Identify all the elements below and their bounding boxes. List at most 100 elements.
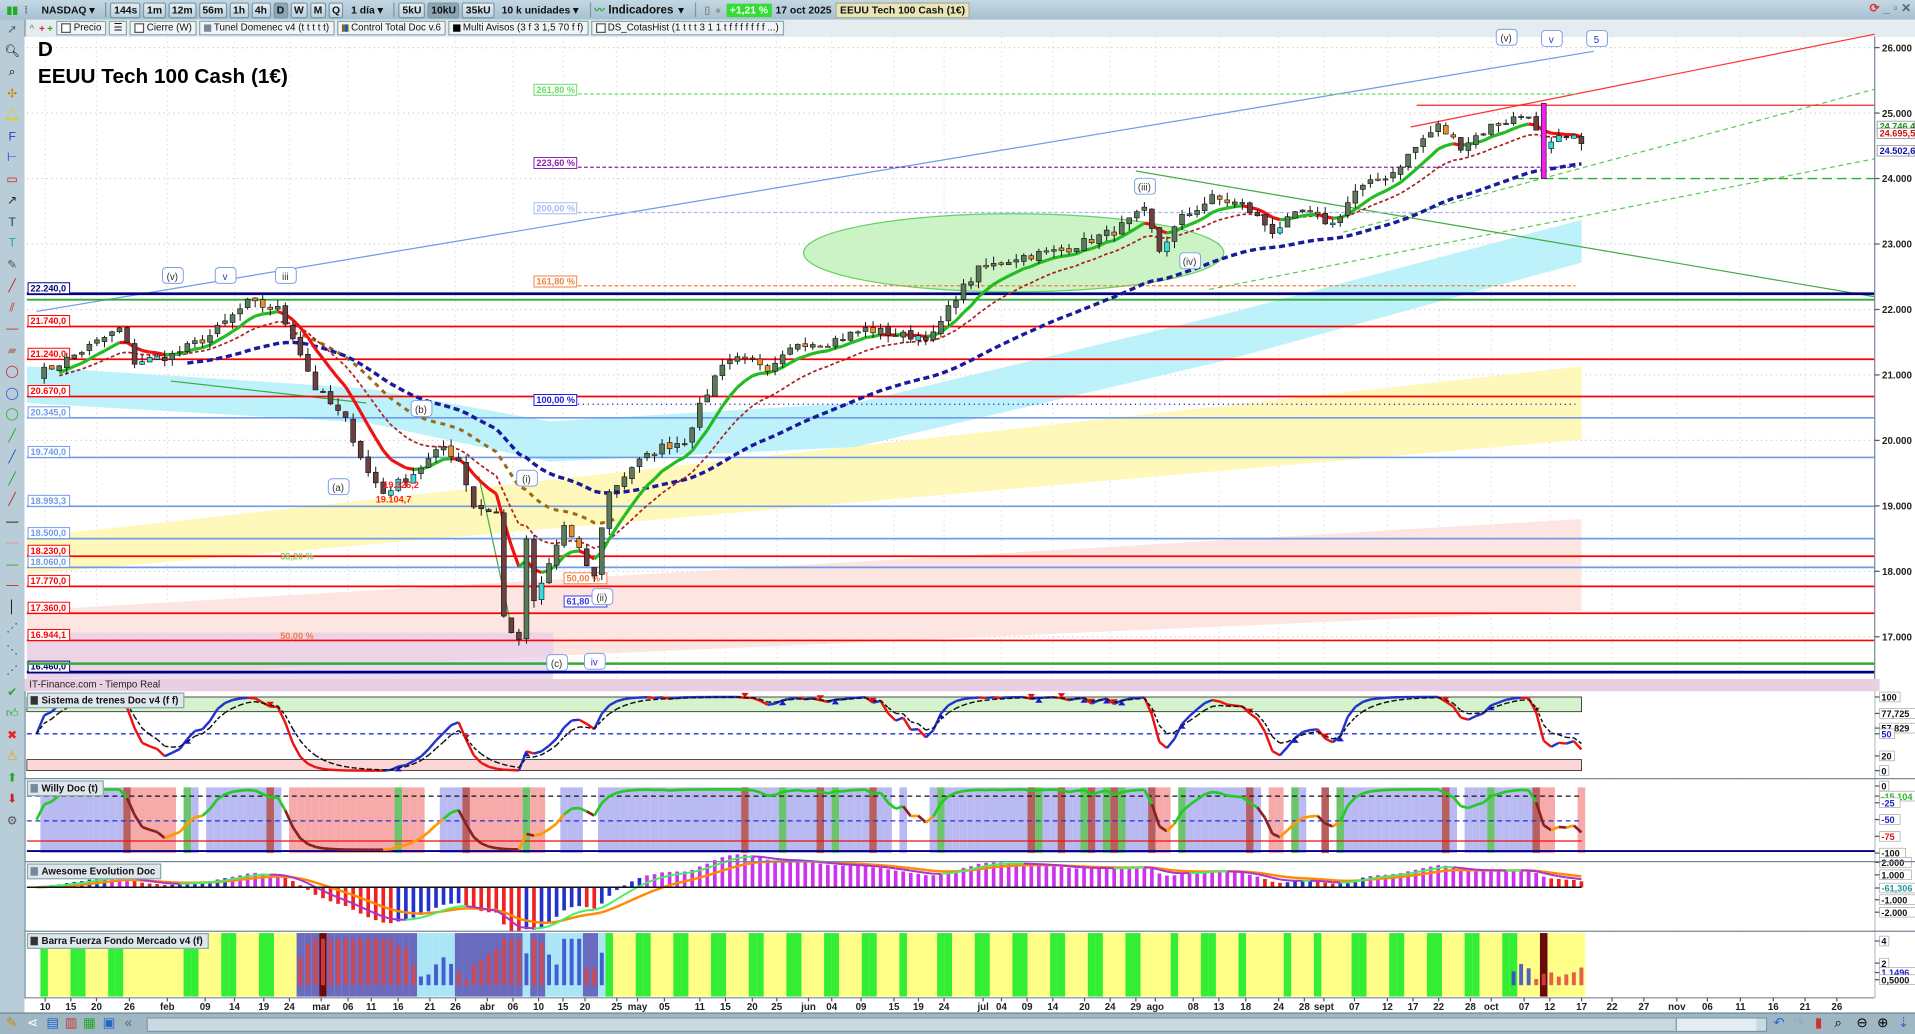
pane-title-awesome[interactable]: Awesome Evolution Doc bbox=[27, 863, 162, 879]
pane-trenes bbox=[27, 691, 1875, 778]
candle-body bbox=[1413, 147, 1418, 152]
zoom-fit-icon[interactable]: ⌕ bbox=[1834, 1016, 1842, 1031]
date-label: jul bbox=[976, 1002, 989, 1013]
pane-title-willy[interactable]: Willy Doc (t) bbox=[27, 780, 104, 796]
candle-body bbox=[1451, 135, 1456, 137]
scale-icon[interactable]: ⇣ bbox=[1898, 1016, 1909, 1031]
awesome-fast-line bbox=[406, 919, 414, 920]
chart-canvas[interactable]: 22.240,021.740,021.240,020.670,020.345,0… bbox=[0, 0, 1915, 1033]
oscillator-segment bbox=[632, 698, 640, 699]
willy-stripe bbox=[447, 787, 455, 853]
willy-stripe bbox=[621, 787, 629, 853]
barra-stripe bbox=[719, 933, 727, 997]
candle-body bbox=[931, 332, 936, 340]
zoom-in-icon[interactable]: ⊕ bbox=[1877, 1016, 1888, 1031]
pane-axis-label: -75 bbox=[1881, 832, 1894, 842]
willy-stripe bbox=[1035, 787, 1043, 853]
candle-body bbox=[298, 337, 303, 355]
awesome-slow-line bbox=[248, 878, 256, 879]
candles-type-icon[interactable]: ▮ bbox=[1815, 1016, 1822, 1031]
awesome-bar bbox=[1474, 871, 1478, 887]
candle-body bbox=[1149, 209, 1154, 228]
barra-stripe bbox=[1095, 933, 1103, 997]
candle-body bbox=[893, 336, 898, 337]
awesome-fast-line bbox=[1167, 872, 1175, 873]
awesome-slow-line bbox=[677, 881, 685, 883]
willy-segment bbox=[1310, 816, 1318, 817]
barra-stripe bbox=[862, 933, 870, 997]
awesome-bar bbox=[577, 887, 581, 906]
undo-icon[interactable]: ↶ bbox=[1773, 1016, 1784, 1031]
collapse-left-icon[interactable]: « bbox=[125, 1016, 132, 1031]
candle-body bbox=[1443, 125, 1448, 134]
horizontal-scrollbar[interactable] bbox=[147, 1017, 1768, 1032]
candle-body bbox=[735, 357, 740, 362]
awesome-slow-line bbox=[406, 913, 414, 914]
willy-segment bbox=[233, 791, 241, 792]
awesome-bar bbox=[1316, 881, 1320, 887]
willy-stripe bbox=[417, 787, 425, 853]
awesome-slow-line bbox=[1446, 870, 1454, 871]
report-icon[interactable]: ▥ bbox=[65, 1016, 78, 1031]
barra-bar bbox=[1512, 971, 1516, 985]
candle-body bbox=[208, 336, 213, 343]
scrollbar-thumb[interactable] bbox=[1676, 1019, 1757, 1031]
level-label: 17.770,0 bbox=[31, 576, 67, 586]
date-label: 14 bbox=[229, 1002, 240, 1013]
date-label: 11 bbox=[695, 1002, 706, 1013]
willy-stripe bbox=[636, 787, 644, 853]
willy-segment bbox=[1129, 790, 1137, 791]
windows-icon[interactable]: ▣ bbox=[103, 1016, 116, 1031]
barra-stripe bbox=[847, 933, 855, 997]
barra-bar bbox=[600, 953, 604, 986]
willy-stripe bbox=[786, 787, 794, 853]
date-label: 21 bbox=[1800, 1002, 1811, 1013]
barra-stripe bbox=[1065, 933, 1073, 997]
candle-body bbox=[1059, 248, 1064, 251]
redo-icon[interactable]: ↷ bbox=[1793, 1016, 1804, 1031]
awesome-fast-line bbox=[157, 882, 165, 883]
awesome-bar bbox=[834, 865, 838, 887]
wave-label: (ii) bbox=[596, 593, 607, 604]
candle-body bbox=[645, 453, 650, 457]
zoom-out-icon[interactable]: ⊖ bbox=[1856, 1016, 1867, 1031]
candle-body bbox=[871, 327, 876, 332]
willy-stripe bbox=[771, 787, 779, 853]
willy-segment bbox=[820, 792, 828, 793]
willy-stripe bbox=[583, 787, 591, 853]
candle-body bbox=[1345, 203, 1350, 216]
share-icon[interactable]: ⋖ bbox=[27, 1016, 38, 1031]
compare-icon[interactable]: ▦ bbox=[83, 1016, 96, 1031]
willy-stripe bbox=[1374, 787, 1382, 853]
willy-stripe bbox=[1510, 787, 1518, 853]
barra-stripe bbox=[1073, 933, 1081, 997]
candle-body bbox=[1398, 167, 1403, 175]
barra-stripe bbox=[1404, 933, 1412, 997]
awesome-fast-line bbox=[926, 873, 934, 874]
candle-body bbox=[1202, 204, 1207, 211]
willy-stripe bbox=[206, 787, 214, 853]
barra-bar bbox=[524, 953, 528, 985]
willy-stripe bbox=[1480, 787, 1488, 853]
ma-fast-segment bbox=[572, 551, 580, 552]
awesome-slow-line bbox=[1393, 877, 1401, 878]
barra-stripe bbox=[877, 933, 885, 997]
pane-title-trenes[interactable]: Sistema de trenes Doc v4 (f f) bbox=[27, 692, 185, 708]
chat-icon[interactable]: ▤ bbox=[46, 1016, 59, 1031]
willy-stripe bbox=[560, 787, 568, 853]
candle-body bbox=[501, 513, 506, 616]
draw-icon[interactable]: ✎ bbox=[6, 1016, 17, 1031]
candle-body bbox=[1579, 136, 1584, 143]
awesome-slow-line bbox=[1574, 875, 1582, 876]
pane-title-barra[interactable]: Barra Fuerza Fondo Mercado v4 (f) bbox=[27, 933, 209, 949]
date-label: oct bbox=[1484, 1002, 1499, 1013]
awesome-fast-line bbox=[413, 918, 421, 919]
candle-body bbox=[1021, 255, 1026, 261]
awesome-fast-line bbox=[233, 878, 241, 879]
candle-body bbox=[1240, 203, 1245, 204]
awesome-fast-line bbox=[489, 910, 497, 911]
willy-segment bbox=[1514, 790, 1522, 791]
awesome-bar bbox=[525, 887, 529, 929]
awesome-bar bbox=[818, 863, 822, 887]
date-label: ago bbox=[1147, 1002, 1164, 1013]
